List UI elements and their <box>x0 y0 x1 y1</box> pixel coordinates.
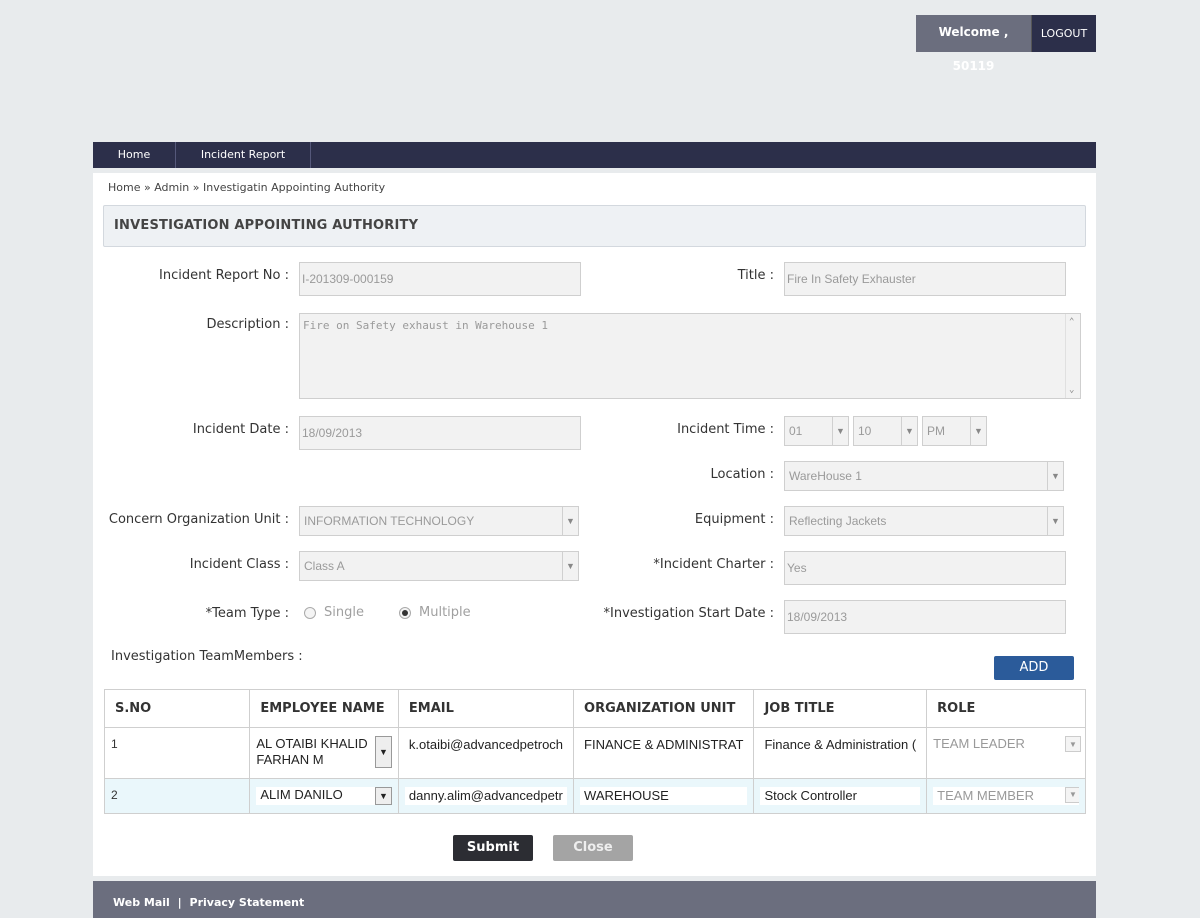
radio-icon <box>304 606 316 619</box>
org-unit-label: Concern Organization Unit : <box>108 512 289 527</box>
minute-value: 10 <box>858 424 872 438</box>
job-title-field[interactable]: Stock Controller <box>760 787 921 805</box>
minute-select[interactable]: 10 ▼ <box>853 416 918 446</box>
user-box: Welcome , 50119 LOGOUT <box>916 15 1096 73</box>
location-select[interactable]: WareHouse 1 ▼ <box>784 461 1064 491</box>
equipment-select[interactable]: Reflecting Jackets ▼ <box>784 506 1064 536</box>
privacy-link[interactable]: Privacy Statement <box>190 896 305 909</box>
nav-incident-report[interactable]: Incident Report <box>176 142 311 168</box>
email-field[interactable]: danny.alim@advancedpetr <box>404 787 568 805</box>
webmail-link[interactable]: Web Mail <box>113 896 170 909</box>
add-member-button[interactable]: ADD <box>994 656 1074 680</box>
col-job-title: JOB TITLE <box>753 689 928 728</box>
row-sno: 2 <box>111 788 118 802</box>
content-panel: Home » Admin » Investigatin Appointing A… <box>93 173 1096 876</box>
incident-date-field[interactable]: 18/09/2013 <box>299 416 581 450</box>
incident-class-label: Incident Class : <box>189 557 289 572</box>
chevron-down-icon: ▼ <box>374 736 392 768</box>
chevron-down-icon: ▼ <box>1065 787 1079 803</box>
description-scrollbar[interactable]: ⌃ ⌄ <box>1065 314 1080 398</box>
team-type-single-radio[interactable]: Single <box>304 605 364 620</box>
welcome-text: Welcome , 50119 <box>916 15 1031 73</box>
employee-select[interactable]: ALIM DANILO ▼ <box>256 787 392 805</box>
title-field[interactable]: Fire In Safety Exhauster <box>784 262 1066 296</box>
section-header: INVESTIGATION APPOINTING AUTHORITY <box>103 205 1086 247</box>
chevron-down-icon: ▼ <box>832 417 848 445</box>
main-nav: Home Incident Report <box>93 142 1096 168</box>
chevron-down-icon: ▼ <box>562 507 578 535</box>
role-value: TEAM LEADER <box>933 736 1025 751</box>
team-type-label: *Team Type : <box>205 606 289 621</box>
team-members-label: Investigation TeamMembers : <box>111 649 303 664</box>
nav-home[interactable]: Home <box>93 142 176 168</box>
incident-report-no-label: Incident Report No : <box>159 268 289 283</box>
ampm-value: PM <box>927 424 945 438</box>
hour-value: 01 <box>789 424 803 438</box>
single-label: Single <box>324 605 364 620</box>
description-field[interactable]: Fire on Safety exhaust in Warehouse 1 ⌃ … <box>299 313 1081 399</box>
col-employee-name: EMPLOYEE NAME <box>249 689 399 728</box>
hour-select[interactable]: 01 ▼ <box>784 416 849 446</box>
footer: Web Mail | Privacy Statement <box>93 881 1096 918</box>
chevron-down-icon: ▼ <box>562 552 578 580</box>
employee-select[interactable]: AL OTAIBI KHALID FARHAN M ▼ <box>256 736 392 768</box>
chevron-down-icon: ▼ <box>374 787 392 805</box>
multiple-label: Multiple <box>419 605 471 620</box>
incident-date-label: Incident Date : <box>192 422 289 437</box>
table-header-row: S.NO EMPLOYEE NAME EMAIL ORGANIZATION UN… <box>103 689 1086 728</box>
scroll-down-icon[interactable]: ⌄ <box>1069 385 1074 395</box>
title-label: Title : <box>737 268 774 283</box>
incident-class-select[interactable]: Class A ▼ <box>299 551 579 581</box>
col-org-unit: ORGANIZATION UNIT <box>573 689 755 728</box>
chevron-down-icon: ▼ <box>1065 736 1081 752</box>
chevron-down-icon: ▼ <box>1047 462 1063 490</box>
equipment-value: Reflecting Jackets <box>789 514 887 528</box>
logout-button[interactable]: LOGOUT <box>1031 15 1096 52</box>
breadcrumb: Home » Admin » Investigatin Appointing A… <box>108 181 386 194</box>
footer-separator: | <box>177 896 182 909</box>
start-date-label: *Investigation Start Date : <box>603 606 774 621</box>
incident-time-label: Incident Time : <box>677 422 774 437</box>
incident-report-no-field[interactable]: I-201309-000159 <box>299 262 581 296</box>
org-unit-field[interactable]: FINANCE & ADMINISTRAT <box>580 736 748 754</box>
role-select[interactable]: TEAM MEMBER ▼ <box>933 787 1079 805</box>
description-label: Description : <box>206 317 289 332</box>
incident-charter-field[interactable]: Yes <box>784 551 1066 585</box>
role-select[interactable]: TEAM LEADER ▼ <box>933 736 1081 752</box>
chevron-down-icon: ▼ <box>1047 507 1063 535</box>
chevron-down-icon: ▼ <box>901 417 917 445</box>
employee-name: ALIM DANILO <box>260 787 343 802</box>
location-label: Location : <box>710 467 775 482</box>
team-type-multiple-radio[interactable]: Multiple <box>399 605 471 620</box>
org-unit-select[interactable]: INFORMATION TECHNOLOGY ▼ <box>299 506 579 536</box>
radio-checked-icon <box>399 606 411 619</box>
job-title-field[interactable]: Finance & Administration ( <box>760 736 921 754</box>
row-sno: 1 <box>111 737 118 751</box>
chevron-down-icon: ▼ <box>970 417 986 445</box>
email-field[interactable]: k.otaibi@advancedpetroch <box>404 736 568 754</box>
equipment-label: Equipment : <box>694 512 774 527</box>
team-members-table: S.NO EMPLOYEE NAME EMAIL ORGANIZATION UN… <box>103 689 1086 814</box>
scroll-up-icon[interactable]: ⌃ <box>1069 317 1074 327</box>
role-value: TEAM MEMBER <box>937 788 1034 803</box>
location-value: WareHouse 1 <box>789 469 862 483</box>
description-text: Fire on Safety exhaust in Warehouse 1 <box>303 319 549 332</box>
table-row: 2 ALIM DANILO ▼ danny.alim@advancedpetr … <box>103 778 1086 814</box>
incident-class-value: Class A <box>304 559 345 573</box>
employee-name: AL OTAIBI KHALID FARHAN M <box>256 736 368 767</box>
start-date-field[interactable]: 18/09/2013 <box>784 600 1066 634</box>
org-unit-value: INFORMATION TECHNOLOGY <box>304 514 475 528</box>
org-unit-field[interactable]: WAREHOUSE <box>580 787 748 805</box>
table-row: 1 AL OTAIBI KHALID FARHAN M ▼ k.otaibi@a… <box>103 727 1086 779</box>
submit-button[interactable]: Submit <box>453 835 533 861</box>
close-button[interactable]: Close <box>553 835 633 861</box>
incident-charter-label: *Incident Charter : <box>653 557 774 572</box>
ampm-select[interactable]: PM ▼ <box>922 416 987 446</box>
footer-links: Web Mail | Privacy Statement <box>113 896 304 909</box>
col-email: EMAIL <box>397 689 575 728</box>
section-title: INVESTIGATION APPOINTING AUTHORITY <box>114 218 419 233</box>
col-sno: S.NO <box>103 689 251 728</box>
col-role: ROLE <box>926 689 1086 728</box>
